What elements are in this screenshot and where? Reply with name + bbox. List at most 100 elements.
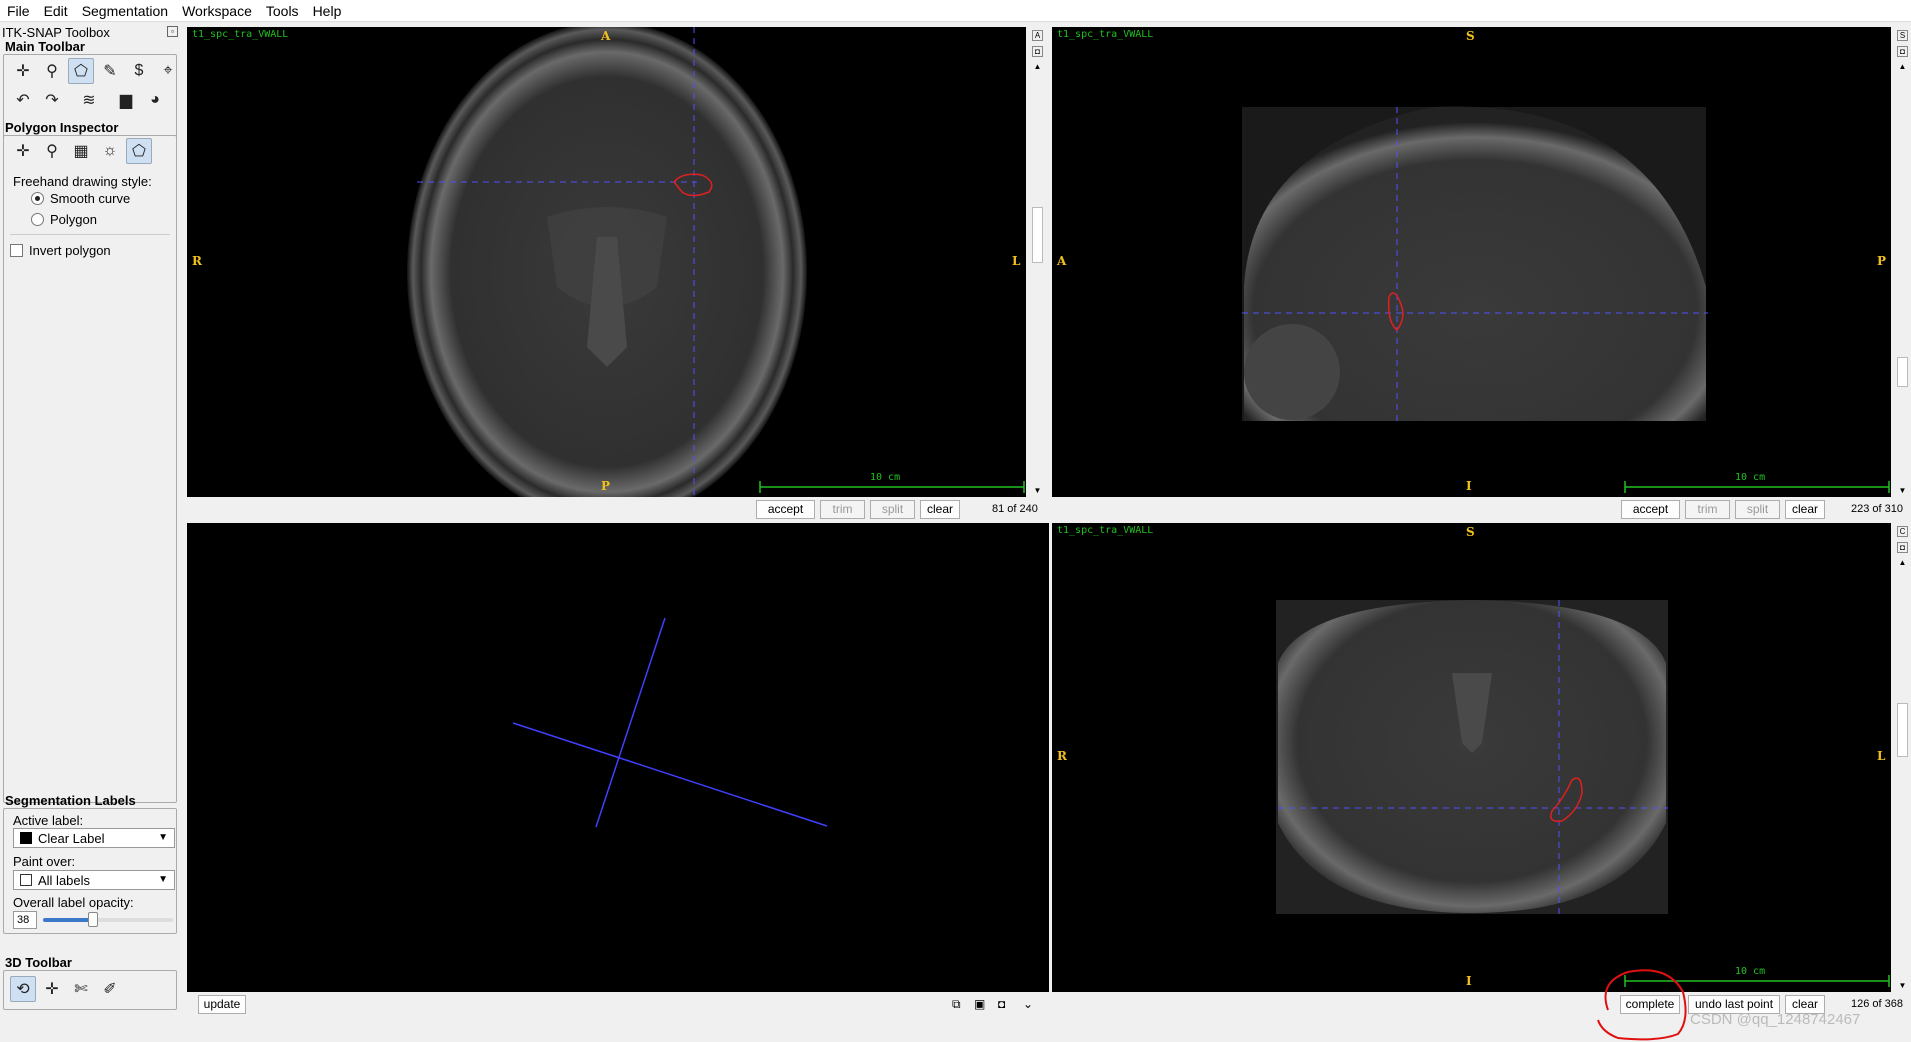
polygon-radio[interactable]: [31, 213, 44, 226]
sagittal-scrollbar[interactable]: S ◘ ▲ ▼: [1896, 27, 1909, 497]
coronal-view[interactable]: t1_spc_tra_VWALL S I R L 10 cm: [1052, 523, 1891, 992]
update-button[interactable]: update: [198, 994, 246, 1014]
opacity-slider-track[interactable]: [43, 918, 173, 922]
annotation-icon[interactable]: C: [1897, 526, 1908, 537]
polygon-option[interactable]: Polygon: [31, 212, 97, 227]
undo-icon[interactable]: ↶: [10, 87, 36, 113]
zoom-mode-icon[interactable]: ⚲: [39, 138, 65, 164]
axial-bottom-bar: accept trim split clear 81 of 240: [187, 498, 1044, 520]
camera-icon[interactable]: ◘: [1897, 542, 1908, 553]
active-label-value: Clear Label: [38, 830, 105, 846]
coronal-scrollbar[interactable]: C ◘ ▲ ▼: [1896, 523, 1909, 992]
smooth-curve-radio[interactable]: [31, 192, 44, 205]
toolbar-3d-panel: ⟲ ✛ ✄ ✐: [3, 970, 177, 1010]
redo-icon[interactable]: ↷: [39, 87, 65, 113]
invert-polygon-option[interactable]: Invert polygon: [10, 243, 111, 258]
axial-orient-left: R: [192, 254, 202, 268]
polygon-inspector-panel: ✛ ⚲ ▦ ☼ ⬠ Freehand drawing style: Smooth…: [3, 135, 177, 803]
grid-mode-icon[interactable]: ▦: [68, 138, 94, 164]
palette-icon[interactable]: ◕: [142, 87, 168, 113]
coronal-image: [1276, 600, 1890, 987]
reset-view-icon[interactable]: ⧉: [952, 997, 961, 1012]
chevron-down-icon: ▼: [158, 874, 168, 885]
menu-workspace[interactable]: Workspace: [175, 0, 259, 22]
scroll-down-icon[interactable]: ▼: [1896, 486, 1909, 495]
split-button[interactable]: split: [1735, 499, 1780, 519]
clear-button[interactable]: clear: [1785, 499, 1825, 519]
polygon-mode-icon[interactable]: ⬠: [126, 138, 152, 164]
snake-tool-icon[interactable]: $: [126, 58, 152, 84]
trim-button[interactable]: trim: [1685, 499, 1730, 519]
axial-view[interactable]: t1_spc_tra_VWALL A P R L 10 cm: [187, 27, 1026, 497]
crosshair-mode-icon[interactable]: ✛: [10, 138, 36, 164]
layout-icon[interactable]: ▆: [113, 87, 139, 113]
invert-polygon-checkbox[interactable]: [10, 244, 23, 257]
freehand-style-label: Freehand drawing style:: [13, 174, 152, 189]
layers-icon[interactable]: ≋: [76, 87, 102, 113]
sagittal-scroll-thumb[interactable]: [1897, 357, 1908, 387]
accept-button[interactable]: accept: [1621, 499, 1680, 519]
scroll-down-icon[interactable]: ▼: [1896, 981, 1909, 990]
opacity-caption: Overall label opacity:: [13, 895, 134, 910]
toolbox-panel: ITK-SNAP Toolbox ▫ Main Toolbar ✛ ⚲ ⬠ ✎ …: [0, 22, 182, 1022]
sagittal-image: [1242, 106, 1890, 493]
chevron-down-icon[interactable]: ⌄: [1023, 997, 1033, 1011]
all-labels-swatch: [20, 874, 32, 886]
sagittal-view[interactable]: t1_spc_tra_VWALL S I A P 10 cm: [1052, 27, 1891, 497]
active-label-combo[interactable]: Clear Label ▼: [13, 828, 175, 848]
smooth-curve-option[interactable]: Smooth curve: [31, 191, 130, 206]
paint-over-combo[interactable]: All labels ▼: [13, 870, 175, 890]
axial-image: [407, 27, 1025, 497]
trim-button[interactable]: trim: [820, 499, 865, 519]
zoom-tool-icon[interactable]: ⚲: [39, 58, 65, 84]
camera-icon[interactable]: ◘: [1897, 46, 1908, 57]
opacity-spinbox[interactable]: 38: [13, 911, 37, 929]
menu-file[interactable]: File: [0, 0, 37, 22]
chevron-down-icon: ▼: [158, 832, 168, 843]
active-label-caption: Active label:: [13, 813, 84, 828]
camera-icon[interactable]: ◘: [1032, 46, 1043, 57]
menu-edit[interactable]: Edit: [37, 0, 75, 22]
coronal-scroll-thumb[interactable]: [1897, 703, 1908, 757]
opacity-slider-handle[interactable]: [88, 912, 98, 927]
toolbox-title: ITK-SNAP Toolbox: [2, 25, 110, 40]
menu-help[interactable]: Help: [306, 0, 349, 22]
main-toolbar-heading: Main Toolbar: [5, 39, 85, 54]
scroll-down-icon[interactable]: ▼: [1031, 486, 1044, 495]
crosshair-tool-icon[interactable]: ✛: [10, 58, 36, 84]
undock-icon[interactable]: ▫: [167, 26, 178, 37]
seg-labels-panel: Active label: Clear Label ▼ Paint over: …: [3, 808, 177, 934]
polygon-tool-icon[interactable]: ⬠: [68, 58, 94, 84]
menu-tools[interactable]: Tools: [259, 0, 306, 22]
sagittal-slice-info: 223 of 310: [1851, 503, 1903, 515]
invert-polygon-label: Invert polygon: [29, 243, 111, 258]
label-color-swatch: [20, 832, 32, 844]
scroll-up-icon[interactable]: ▲: [1896, 558, 1909, 567]
split-button[interactable]: split: [870, 499, 915, 519]
annotation-icon[interactable]: A: [1032, 30, 1043, 41]
scalpel-icon[interactable]: ✄: [68, 976, 94, 1002]
annotation-circle: [1597, 969, 1687, 1041]
camera-icon[interactable]: ◘: [998, 997, 1005, 1011]
coronal-orient-bottom: I: [1466, 974, 1472, 988]
axial-scroll-thumb[interactable]: [1032, 207, 1043, 263]
annotation-icon[interactable]: S: [1897, 30, 1908, 41]
layout-toggle-icon[interactable]: ▣: [974, 997, 985, 1011]
ruler-tool-icon[interactable]: ⌖: [155, 58, 181, 84]
render-3d-view[interactable]: [187, 523, 1049, 992]
rotate-3d-icon[interactable]: ⟲: [10, 976, 36, 1002]
axial-scrollbar[interactable]: A ◘ ▲ ▼: [1031, 27, 1044, 497]
crosshair-3d-icon[interactable]: ✛: [39, 976, 65, 1002]
accept-button[interactable]: accept: [756, 499, 815, 519]
render-3d-bottom-bar: update ⧉ ▣ ◘ ⌄: [187, 993, 1049, 1015]
axial-orient-bottom: P: [601, 479, 611, 493]
scroll-up-icon[interactable]: ▲: [1031, 62, 1044, 71]
sagittal-orient-top: S: [1466, 29, 1475, 43]
render-3d-image: [512, 617, 828, 828]
edit-mode-icon[interactable]: ☼: [97, 138, 123, 164]
clear-button[interactable]: clear: [920, 499, 960, 519]
paintbrush-tool-icon[interactable]: ✎: [97, 58, 123, 84]
scroll-up-icon[interactable]: ▲: [1896, 62, 1909, 71]
menu-segmentation[interactable]: Segmentation: [75, 0, 175, 22]
spray-icon[interactable]: ✐: [97, 976, 123, 1002]
